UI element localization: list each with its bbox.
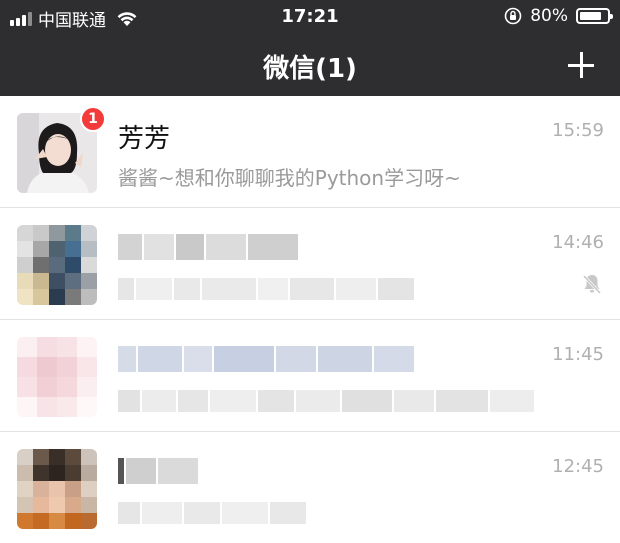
page-title: 微信(1) — [263, 54, 357, 84]
chat-row-3[interactable]: 11:45 — [0, 320, 620, 432]
avatar[interactable] — [17, 225, 97, 305]
chat-row-fangfang[interactable]: 1 芳芳 酱酱~想和你聊聊我的Python学习呀~ 15:59 — [0, 96, 620, 208]
chat-preview-redacted — [118, 502, 306, 524]
chat-preview-redacted — [118, 390, 534, 412]
chat-name: 芳芳 — [118, 124, 171, 154]
chat-time: 12:45 — [552, 456, 604, 477]
rotation-lock-icon — [504, 7, 522, 25]
chat-time: 14:46 — [552, 232, 604, 253]
battery-percent: 80% — [530, 6, 568, 26]
chat-time: 11:45 — [552, 344, 604, 365]
status-bar: 中国联通 17:21 80% — [0, 0, 620, 34]
plus-icon[interactable] — [566, 50, 596, 80]
chat-name-redacted — [118, 234, 298, 260]
chat-time: 15:59 — [552, 120, 604, 141]
chat-name-redacted — [118, 458, 198, 484]
status-right: 80% — [504, 6, 613, 26]
battery-fill — [580, 12, 601, 20]
chat-name-redacted — [118, 346, 414, 372]
battery-icon — [576, 8, 613, 24]
chat-preview-redacted — [118, 278, 414, 300]
mute-bell-icon — [582, 274, 602, 295]
chat-row-4[interactable]: 12:45 — [0, 432, 620, 543]
avatar[interactable] — [17, 449, 97, 529]
chat-row-2[interactable]: 14:46 — [0, 208, 620, 320]
unread-badge: 1 — [80, 106, 106, 132]
nav-bar: 微信(1) — [0, 34, 620, 96]
chat-preview: 酱酱~想和你聊聊我的Python学习呀~ — [118, 166, 461, 190]
avatar[interactable] — [17, 337, 97, 417]
chat-list: 1 芳芳 酱酱~想和你聊聊我的Python学习呀~ 15:59 14:46 11… — [0, 96, 620, 543]
